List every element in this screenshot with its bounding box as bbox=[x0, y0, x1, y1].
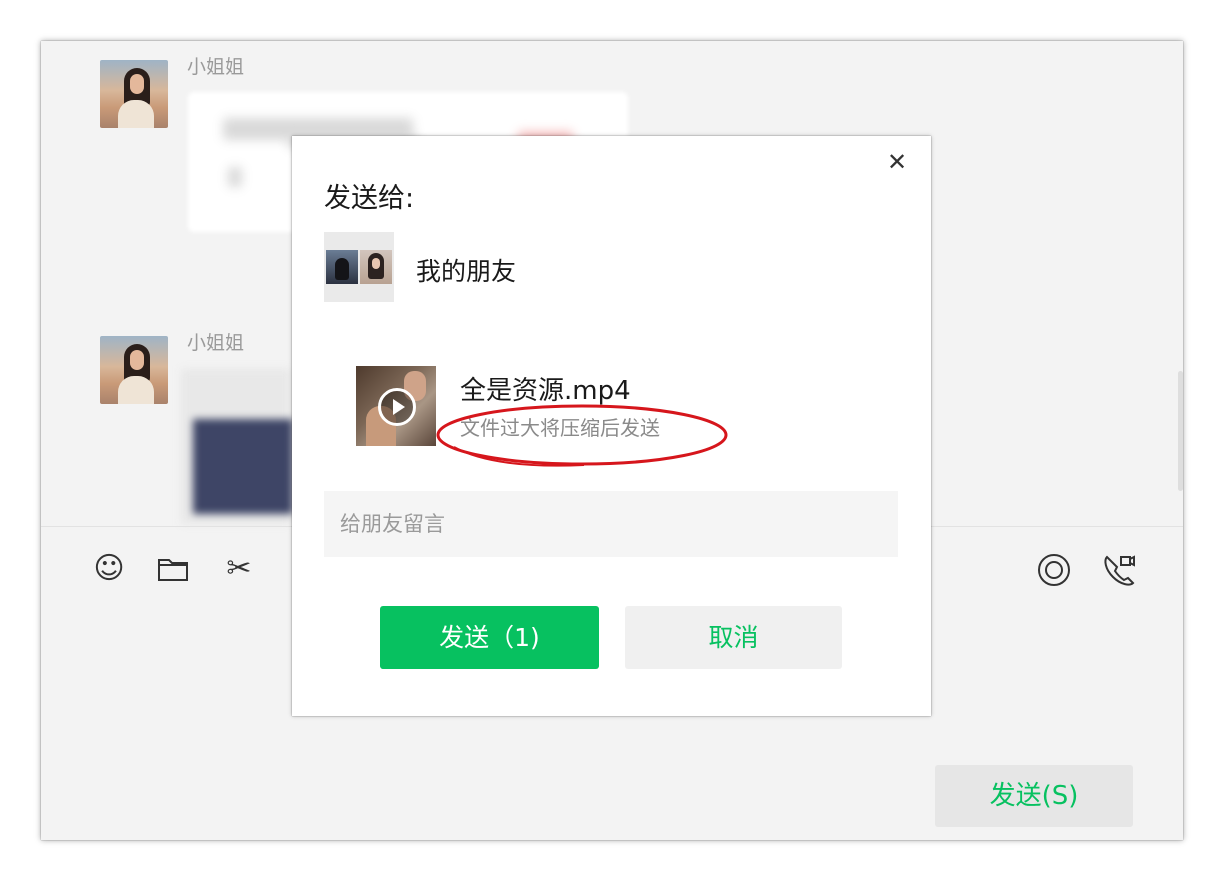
avatar[interactable] bbox=[100, 336, 168, 404]
video-call-icon[interactable] bbox=[1101, 552, 1137, 588]
folder-icon[interactable] bbox=[155, 552, 191, 588]
scissors-icon[interactable]: ✂ bbox=[221, 552, 257, 588]
send-to-dialog: ✕ 发送给: 我的朋友 全是资源.mp4 文件过大将压缩后发送 发送（1) 取消 bbox=[292, 136, 931, 716]
close-icon[interactable]: ✕ bbox=[883, 148, 911, 176]
recipient-item[interactable]: 我的朋友 bbox=[324, 232, 884, 304]
video-message-bubble[interactable] bbox=[181, 369, 293, 524]
annotation-ellipse bbox=[436, 404, 728, 467]
scrollbar[interactable] bbox=[1178, 371, 1183, 491]
sender-name: 小姐姐 bbox=[187, 56, 245, 78]
avatar[interactable] bbox=[100, 60, 168, 128]
emoji-icon[interactable]: ☺ bbox=[91, 552, 127, 588]
dialog-send-button[interactable]: 发送（1) bbox=[380, 606, 599, 669]
sender-name: 小姐姐 bbox=[187, 332, 245, 354]
recipient-name: 我的朋友 bbox=[416, 257, 517, 286]
recipient-avatar bbox=[324, 232, 394, 302]
send-button[interactable]: 发送(S) bbox=[935, 765, 1133, 827]
video-thumbnail bbox=[356, 366, 436, 446]
play-icon bbox=[378, 388, 416, 426]
live-icon[interactable] bbox=[1036, 552, 1072, 588]
message-input[interactable] bbox=[324, 491, 898, 557]
dialog-cancel-button[interactable]: 取消 bbox=[625, 606, 842, 669]
dialog-title: 发送给: bbox=[324, 183, 415, 214]
